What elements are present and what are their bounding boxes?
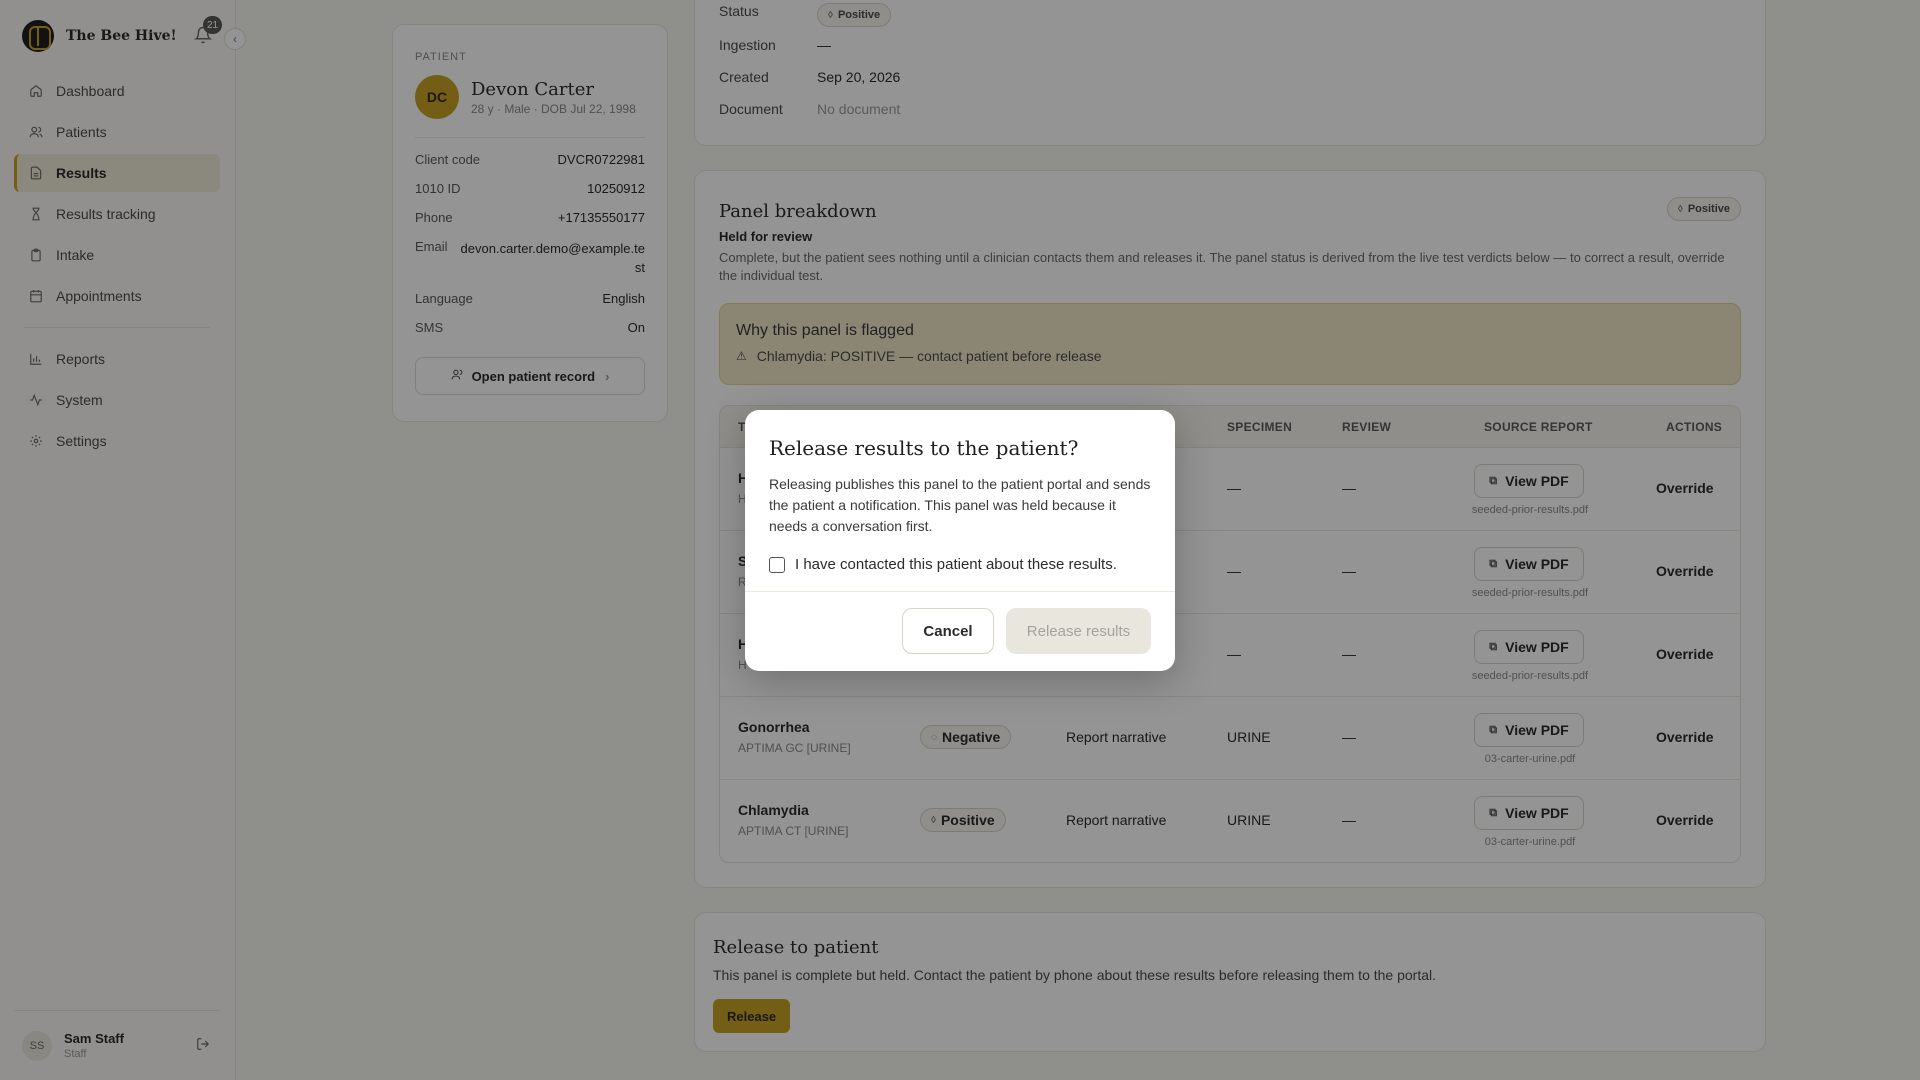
dialog-title: Release results to the patient? — [769, 436, 1079, 460]
checkbox[interactable] — [769, 556, 785, 573]
release-results-button[interactable]: Release results — [1006, 608, 1151, 654]
release-confirm-dialog: Release results to the patient? Releasin… — [745, 410, 1175, 671]
checkbox-label: I have contacted this patient about thes… — [795, 556, 1117, 573]
cancel-button[interactable]: Cancel — [902, 608, 994, 654]
contacted-checkbox[interactable]: I have contacted this patient about thes… — [769, 556, 1117, 573]
dialog-description: Releasing publishes this panel to the pa… — [769, 476, 1151, 534]
dialog-divider — [745, 591, 1175, 592]
